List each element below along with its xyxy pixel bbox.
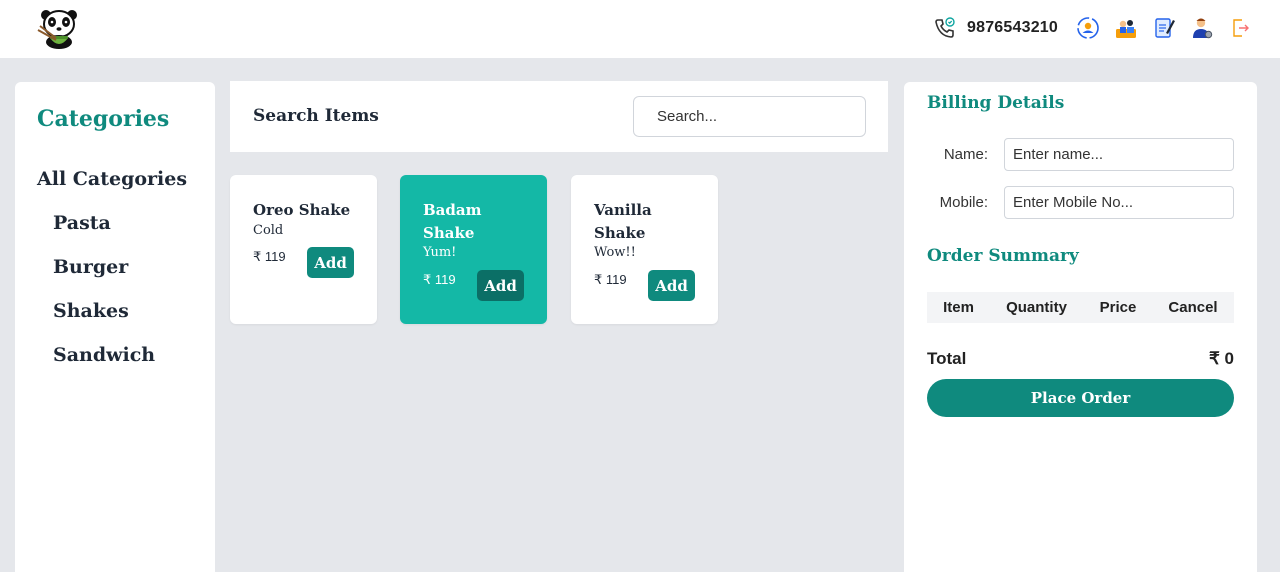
logout-icon[interactable]	[1228, 16, 1252, 40]
add-button[interactable]: Add	[477, 270, 524, 301]
add-button[interactable]: Add	[648, 270, 695, 301]
order-summary-title: Order Summary	[927, 246, 1079, 266]
user-sync-icon[interactable]	[1076, 16, 1100, 40]
notes-icon[interactable]	[1152, 16, 1176, 40]
column-quantity: Quantity	[1006, 299, 1067, 316]
billing-panel: Billing Details Name: Mobile: Order Summ…	[904, 82, 1257, 572]
item-description: Wow!!	[594, 245, 636, 260]
mobile-label: Mobile:	[939, 194, 988, 211]
item-name: Vanilla Shake	[594, 201, 652, 242]
add-button[interactable]: Add	[307, 247, 354, 278]
item-card-oreo-shake[interactable]: Oreo Shake Cold ₹ 119 Add	[230, 175, 377, 324]
mobile-field[interactable]	[1004, 186, 1234, 219]
name-field[interactable]	[1004, 138, 1234, 171]
column-cancel: Cancel	[1168, 299, 1218, 316]
panda-logo-icon[interactable]	[36, 8, 84, 50]
category-pasta[interactable]: Pasta	[53, 212, 111, 234]
phone-number: 9876543210	[967, 19, 1058, 36]
total-label: Total	[927, 349, 967, 368]
item-price: ₹ 119	[594, 272, 627, 287]
item-card-badam-shake[interactable]: Badam Shake Yum! ₹ 119 Add	[400, 175, 547, 324]
categories-panel: Categories All Categories Pasta Burger S…	[15, 82, 215, 572]
item-description: Cold	[253, 223, 284, 238]
item-card-vanilla-shake[interactable]: Vanilla Shake Wow!! ₹ 119 Add	[571, 175, 718, 324]
top-header: 9876543210	[0, 0, 1280, 58]
item-name: Badam Shake	[423, 201, 482, 242]
name-label: Name:	[943, 146, 988, 163]
item-name: Oreo Shake	[253, 201, 351, 219]
admin-user-icon[interactable]	[1190, 16, 1214, 40]
item-price: ₹ 119	[253, 249, 286, 264]
category-all[interactable]: All Categories	[37, 168, 187, 190]
order-table-header: Item Quantity Price Cancel	[927, 292, 1234, 323]
team-icon[interactable]	[1114, 16, 1138, 40]
place-order-button[interactable]: Place Order	[927, 379, 1234, 417]
phone-icon	[933, 16, 957, 40]
item-description: Yum!	[423, 245, 457, 260]
categories-title: Categories	[37, 106, 170, 132]
search-label: Search Items	[253, 106, 379, 126]
item-price: ₹ 119	[423, 272, 456, 287]
billing-title: Billing Details	[927, 93, 1065, 113]
search-input[interactable]	[633, 96, 866, 137]
search-bar: Search Items	[230, 81, 888, 152]
category-burger[interactable]: Burger	[53, 256, 128, 278]
column-price: Price	[1099, 299, 1137, 316]
total-value: ₹ 0	[1209, 349, 1234, 368]
category-sandwich[interactable]: Sandwich	[53, 344, 155, 366]
category-shakes[interactable]: Shakes	[53, 300, 129, 322]
column-item: Item	[943, 299, 974, 316]
